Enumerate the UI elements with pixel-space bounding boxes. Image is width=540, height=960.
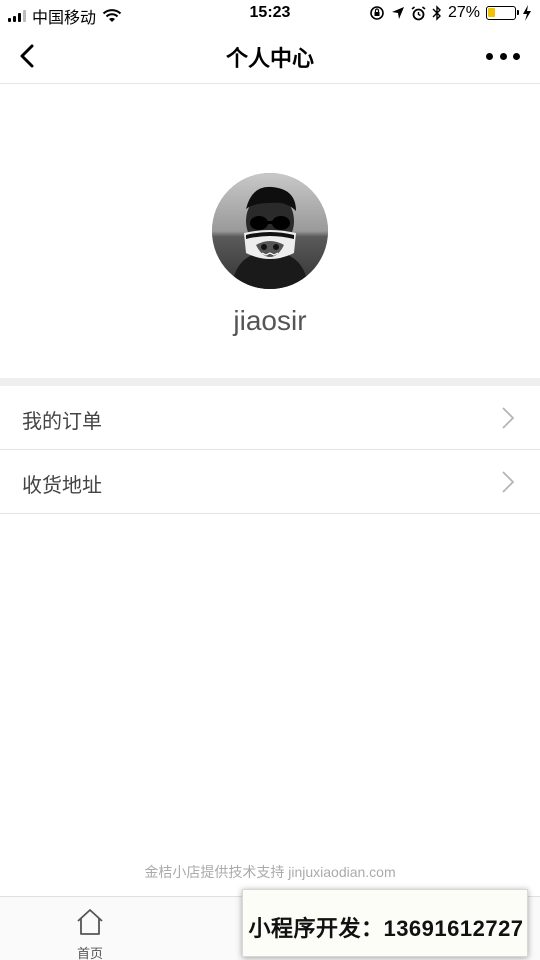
more-dot [513,52,520,60]
bluetooth-icon [432,5,441,21]
menu-item-orders[interactable]: 我的订单 [0,386,540,450]
username: jiaosir [233,305,307,336]
avatar-photo [212,173,328,289]
tab-home-label: 首页 [76,946,103,960]
page-title: 个人中心 [225,46,314,71]
alarm-icon [411,5,426,20]
menu-item-label: 收货地址 [22,475,102,497]
more-dot [499,52,507,60]
tab-home[interactable]: 首页 [0,897,180,960]
nav-bar: 个人中心 [0,28,540,84]
profile-header: jiaosir [0,85,540,378]
status-bar: 中国移动 15:23 27% [0,0,540,28]
tech-support-note: 金桔小店提供技术支持 jinjuxiaodian.com [144,864,396,880]
location-icon [391,7,404,19]
orientation-lock-icon [370,6,384,20]
chevron-left-icon [20,44,34,68]
charging-icon [523,5,531,21]
chevron-right-icon [502,471,515,493]
chevron-right-icon [502,407,515,429]
developer-contact-text: 小程序开发：13691612727 [248,916,524,941]
menu-item-address[interactable]: 收货地址 [0,450,540,514]
battery-fill [488,8,495,17]
section-divider [0,378,540,386]
avatar[interactable] [212,173,328,289]
menu-list: 我的订单 收货地址 [0,386,540,514]
battery-percent: 27% [447,4,480,21]
battery-icon [486,6,519,20]
status-right: 27% [369,4,532,22]
developer-contact-badge: 小程序开发：13691612727 [242,889,528,957]
home-icon [77,909,103,935]
back-button[interactable] [14,40,46,72]
more-dots-icon [486,52,493,60]
menu-item-label: 我的订单 [22,411,102,433]
more-button[interactable] [486,46,520,66]
